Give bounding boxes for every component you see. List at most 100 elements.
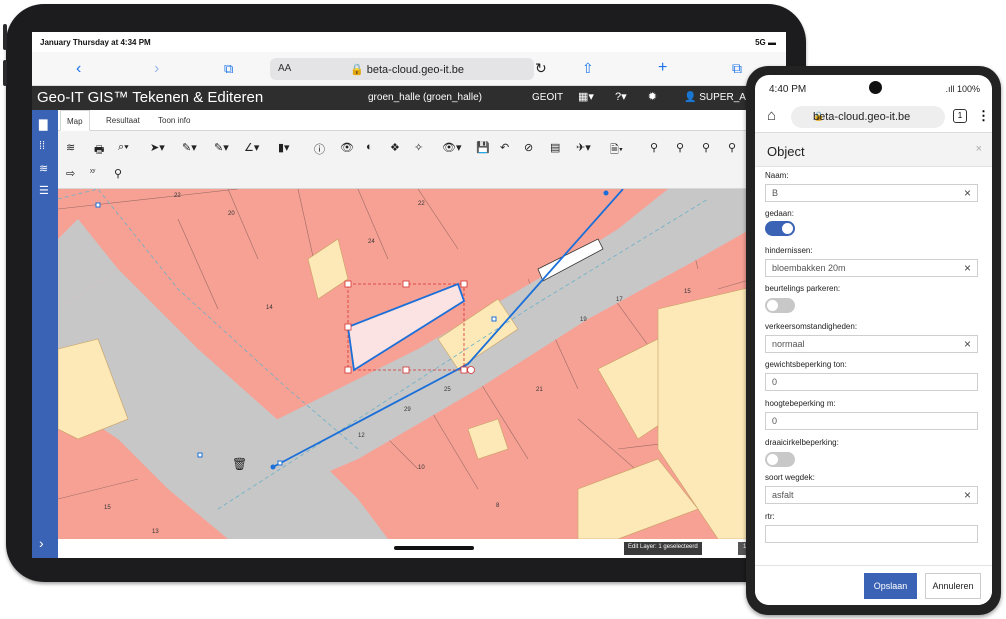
chevron-right-icon[interactable]: › [39, 535, 44, 551]
object-form: Naam: B × gedaan: hindernissen: bloembakk… [755, 167, 992, 565]
book-icon[interactable]: ⧉ [224, 61, 233, 77]
help-icon[interactable]: ?▾ [615, 91, 627, 103]
app-title: Geo-IT GIS™ Tekenen & Editeren [37, 89, 264, 106]
layers-toggle-icon[interactable]: ⁞⁞ [39, 140, 45, 152]
map-label-21: 21 [536, 387, 543, 393]
tab-toon-info[interactable]: Toon info [152, 110, 196, 131]
rtr-input[interactable] [765, 525, 978, 543]
header-icons: ▦▾ ?▾ ✹ [578, 90, 675, 103]
clear-icon[interactable]: × [964, 186, 971, 200]
gear-icon[interactable]: ✹ [648, 91, 657, 103]
bookmark-icon[interactable]: ▮▾ [278, 141, 290, 154]
layout-icon[interactable]: ▦▾ [578, 91, 594, 103]
hindernissen-input[interactable]: bloembakken 20m × [765, 259, 978, 277]
reload-icon[interactable]: ↻ [535, 60, 547, 77]
save-icon[interactable]: 💾 [476, 141, 490, 154]
android-status-bar: 4:40 PM .ıll 100% [755, 75, 992, 101]
pin-icon[interactable]: ✈▾ [576, 141, 591, 154]
cancel-icon[interactable]: ⊘ [524, 141, 533, 154]
edit-icon[interactable]: ✎▾ [214, 141, 229, 154]
snap-icon[interactable]: ✧ [414, 141, 423, 154]
map-label-17: 17 [616, 297, 623, 303]
search-features-icon[interactable]: 👁▾ [442, 141, 462, 154]
text-size-button[interactable]: AA [278, 63, 291, 74]
select-icon[interactable]: ➤▾ [150, 141, 165, 154]
draai-toggle[interactable] [765, 452, 795, 467]
close-icon[interactable]: × [976, 143, 982, 155]
org-name[interactable]: GEOIT [532, 92, 563, 103]
beurtelings-toggle[interactable] [765, 298, 795, 313]
map-svg[interactable]: 🗑 22 20 22 24 14 17 15 19 25 21 29 12 10… [58, 189, 786, 539]
tabs-icon[interactable]: ⧉ [732, 60, 742, 77]
home-icon[interactable]: ⌂ [767, 107, 776, 124]
dialog-title: Object [767, 144, 805, 159]
location-pin-icon[interactable]: ⚲ [114, 167, 122, 180]
hoogte-label: hoogtebeperking m: [765, 399, 836, 408]
more-menu-icon[interactable]: ⋮ [977, 108, 990, 124]
clear-icon[interactable]: × [964, 261, 971, 275]
zoom-icon[interactable]: ⌕▾ [118, 141, 129, 154]
chevron-right-icon[interactable]: › [154, 60, 159, 78]
vertex-icon[interactable]: ❖ [390, 141, 400, 154]
naam-input[interactable]: B × [765, 184, 978, 202]
chevron-left-icon[interactable]: ‹ [76, 60, 81, 78]
marker-icon-4[interactable]: ⚲ [728, 141, 736, 154]
map-label-15: 15 [684, 289, 691, 295]
map-label-14: 14 [266, 305, 273, 311]
measure-icon[interactable]: ∠▾ [244, 141, 259, 154]
print-icon[interactable]: 🖶 [94, 141, 104, 160]
marker-icon-1[interactable]: ⚲ [650, 141, 658, 154]
list-icon[interactable]: ☰ [39, 184, 49, 197]
table-icon[interactable]: ▤ [550, 141, 560, 154]
battery-status: .ıll 100% [945, 84, 980, 94]
hoogte-input[interactable]: 0 [765, 412, 978, 430]
wegdek-input[interactable]: asfalt × [765, 486, 978, 504]
map-label-20: 20 [228, 211, 235, 217]
phone-url: beta-cloud.geo-it.be [813, 111, 911, 123]
address-bar[interactable]: AA 🔒 beta-cloud.geo-it.be [270, 58, 534, 80]
share-icon[interactable]: ⇧ [582, 60, 594, 77]
draw-line-icon[interactable]: ✎▾ [182, 141, 197, 154]
save-button[interactable]: Opslaan [864, 573, 917, 599]
phone-device: 4:40 PM .ıll 100% ⌂ 🔒 beta-cloud.geo-it.… [746, 66, 1001, 615]
globe-icon[interactable]: ◐ [366, 141, 373, 153]
info-icon[interactable]: ⓘ [314, 141, 325, 157]
tab-count-button[interactable]: 1 [953, 109, 967, 123]
edit-layer-status: Edit Layer: 1 geselecteerd [624, 542, 702, 555]
tab-map[interactable]: Map [60, 110, 90, 131]
map-label-10: 10 [418, 465, 425, 471]
beurtelings-label: beurtelings parkeren: [765, 284, 841, 293]
binoculars-icon[interactable]: 👁 [340, 141, 354, 154]
omnibox[interactable]: 🔒 beta-cloud.geo-it.be [791, 106, 945, 128]
tab-resultaat[interactable]: Resultaat [100, 110, 146, 131]
user-menu[interactable]: 👤 SUPER_A [684, 92, 746, 103]
export-icon[interactable]: ⇨ [66, 167, 75, 180]
project-name[interactable]: groen_halle (groen_halle) [368, 92, 482, 103]
plus-icon[interactable]: + [658, 59, 667, 77]
cancel-button[interactable]: Annuleren [925, 573, 981, 599]
app-header: Geo-IT GIS™ Tekenen & Editeren groen_hal… [32, 86, 786, 110]
clear-icon[interactable]: × [964, 488, 971, 502]
url-text: 🔒 beta-cloud.geo-it.be [350, 64, 464, 76]
tablet-device: January Thursday at 4:34 PM 5G ▬ ‹ › ⧉ A… [3, 4, 806, 582]
folder-icon[interactable]: ▇ [39, 118, 47, 131]
phone-screen: 4:40 PM .ıll 100% ⌂ 🔒 beta-cloud.geo-it.… [755, 75, 992, 605]
marker-icon-2[interactable]: ⚲ [676, 141, 684, 154]
phone-status-time: 4:40 PM [769, 84, 807, 95]
gewicht-input[interactable]: 0 [765, 373, 978, 391]
verkeer-input[interactable]: normaal × [765, 335, 978, 353]
map-label-22a: 22 [174, 193, 181, 199]
map-label-25: 25 [444, 387, 451, 393]
trash-icon[interactable]: 🗑 [232, 457, 247, 471]
undo-icon[interactable]: ↶ [500, 141, 509, 154]
clear-icon[interactable]: × [964, 337, 971, 351]
xy-icon[interactable]: ᵡʸ [90, 167, 95, 176]
marker-icon-3[interactable]: ⚲ [702, 141, 710, 154]
stack-icon[interactable]: ≋ [39, 162, 48, 175]
rtr-label: rtr: [765, 512, 775, 521]
tablet-volume-button [3, 60, 7, 86]
layers-icon[interactable]: ≋ [66, 141, 75, 154]
map-canvas[interactable]: 🗑 22 20 22 24 14 17 15 19 25 21 29 12 10… [58, 189, 786, 539]
gedaan-toggle[interactable] [765, 221, 795, 236]
document-icon[interactable]: 🗎▾ [610, 141, 623, 160]
